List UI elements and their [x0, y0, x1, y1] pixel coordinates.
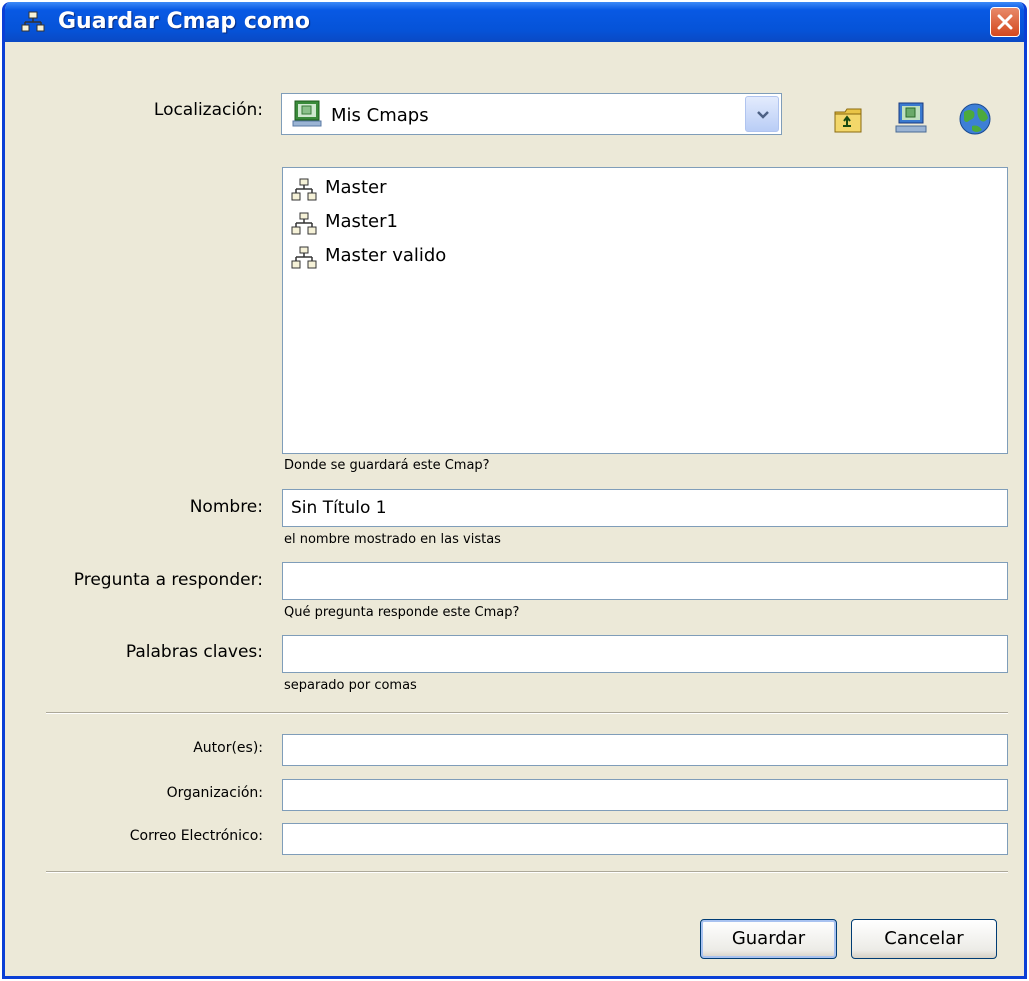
name-field[interactable]: [282, 489, 1008, 527]
network-globe-icon: [959, 103, 991, 135]
email-label: Correo Electrónico:: [129, 828, 263, 844]
keywords-field[interactable]: [282, 635, 1008, 673]
file-name: Master1: [325, 211, 398, 232]
close-icon: [997, 14, 1013, 30]
chevron-down-icon: [757, 111, 769, 119]
organization-label: Organización:: [166, 785, 263, 801]
folder-up-button[interactable]: [833, 106, 865, 138]
folder-up-icon: [834, 108, 862, 133]
cmap-icon: [290, 212, 318, 240]
computer-icon: [292, 100, 322, 132]
dialog-content: Localización: Mis Cmaps Master Master1 M…: [5, 42, 1024, 976]
name-hint: el nombre mostrado en las vistas: [284, 532, 501, 547]
my-cmaps-button[interactable]: [895, 102, 927, 140]
location-label: Localización:: [153, 100, 263, 120]
title-bar[interactable]: Guardar Cmap como: [5, 2, 1024, 42]
email-field[interactable]: [282, 823, 1008, 855]
location-selected: Mis Cmaps: [331, 105, 429, 126]
question-field[interactable]: [282, 562, 1008, 600]
dropdown-arrow-button[interactable]: [745, 96, 779, 132]
cancel-button[interactable]: Cancelar: [851, 919, 997, 959]
computer-icon: [895, 102, 927, 133]
window-title: Guardar Cmap como: [58, 9, 311, 34]
organization-field[interactable]: [282, 779, 1008, 811]
close-button[interactable]: [990, 7, 1020, 37]
cmap-icon: [290, 246, 318, 274]
file-name: Master valido: [325, 245, 447, 266]
name-label: Nombre:: [189, 497, 263, 517]
location-dropdown[interactable]: Mis Cmaps: [281, 93, 782, 135]
question-hint: Qué pregunta responde este Cmap?: [284, 605, 520, 620]
authors-field[interactable]: [282, 734, 1008, 766]
authors-label: Autor(es):: [193, 740, 263, 756]
divider: [46, 712, 1008, 714]
keywords-hint: separado por comas: [284, 678, 417, 693]
save-cmap-dialog: Guardar Cmap como Localización: Mis Cmap…: [2, 2, 1027, 979]
location-hint: Donde se guardará este Cmap?: [284, 458, 490, 473]
cmap-icon: [21, 11, 45, 33]
keywords-label: Palabras claves:: [125, 642, 263, 662]
divider: [46, 871, 1008, 873]
save-button[interactable]: Guardar: [700, 919, 837, 959]
cmap-file-list[interactable]: Master Master1 Master valido: [282, 167, 1008, 454]
file-name: Master: [325, 177, 387, 198]
cmap-icon: [290, 178, 318, 206]
shared-places-button[interactable]: [958, 102, 992, 140]
question-label: Pregunta a responder:: [73, 570, 263, 590]
